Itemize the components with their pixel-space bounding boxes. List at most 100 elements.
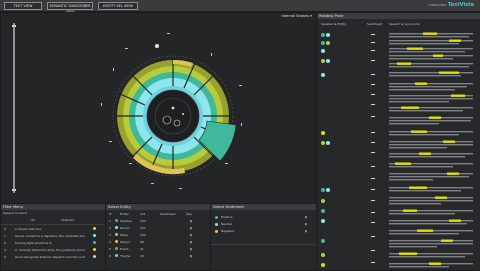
entity-type-icon [115,219,118,222]
filter-row-id: 4 [4,255,6,259]
entity-count: 193 [140,219,146,223]
entity-count: 160 [140,233,146,237]
semantic-view-button[interactable]: SEMANTIC SUBSCRIBER VIEW [47,2,93,14]
entity-icon[interactable] [321,263,325,267]
sentiment-option[interactable]: Positive [221,215,233,219]
divider [1,224,105,225]
sentiment-option[interactable]: Negative [221,229,234,233]
entity-icon[interactable] [321,239,325,243]
filter-row-text[interactable]: Group content is a dignitary: the comple… [15,234,85,238]
filter-tab-selected[interactable]: Selected [61,218,74,222]
entity-icon[interactable] [326,188,330,192]
entity-name[interactable]: Object [120,240,130,244]
col-speech: Speech & Surrounds [389,22,420,26]
entity-name[interactable]: Place [120,233,128,237]
entity-name[interactable]: Speaker [120,219,132,223]
entity-icon[interactable] [321,199,325,203]
reading-pane-title: Reading Pane [317,13,480,19]
brand-name: TextVista [448,2,474,8]
entity-type-icon [115,226,118,229]
sentiment-toggle-icon[interactable]: ▮ [305,215,307,219]
entity-type-icon [115,254,118,257]
entity-icon[interactable] [321,49,325,53]
filter-tab-all[interactable]: All [31,218,35,222]
entity-type-icon [115,240,118,243]
entity-type-icon [115,233,118,236]
entity-num: 3 [109,233,111,237]
filter-row-text[interactable]: A. Chuckle attraction dirty: the positio… [15,248,85,252]
filter-row-text[interactable]: A simple test line [15,227,85,231]
filter-row-text[interactable]: Good alongside diatonic dispatch and the… [15,255,85,259]
sentiment-column [371,34,375,263]
col-speaker: Speaker & Entity [321,22,347,26]
speech-text-lines [389,32,473,268]
entity-toggle-icon[interactable]: ▮ [190,247,192,251]
entity-icon[interactable] [326,141,330,145]
entity-icon[interactable] [321,59,325,63]
select-sentiment-panel: Select Sentiment Positive ▮ Neutral ▮ Ne… [210,203,317,271]
app-brand: mooncake TextVista [428,2,474,9]
radial-chart[interactable] [1,13,316,203]
divider [211,244,316,245]
entity-toggle-icon[interactable]: ▮ [190,240,192,244]
entity-count: 41 [140,247,144,251]
entity-type-icon [115,247,118,250]
entity-num: 1 [109,219,111,223]
col-sentiment: Sentiment [367,22,383,26]
entity-icon[interactable] [321,73,325,77]
entity-col-num: # [109,212,112,216]
entity-col-sentiment: Sentiment [160,212,176,216]
entity-count: 20 [140,254,144,258]
row-dot-icon [93,248,96,251]
sentiment-option[interactable]: Neutral [221,222,232,226]
entity-toggle-icon[interactable]: ▮ [190,233,192,237]
row-dot-icon [93,234,96,237]
main-visualization: Internal Strokes ▾ [0,12,317,204]
entity-num: 2 [109,226,111,230]
entity-icon[interactable] [326,41,330,45]
entity-name[interactable]: Person [120,226,130,230]
text-view-button[interactable]: TEXT VIEW [4,2,42,10]
entity-view-button[interactable]: ENTITY SEL VIEW [98,2,138,10]
entity-col-ops: Ops [186,212,192,216]
entity-num: 5 [109,247,111,251]
sentiment-toggle-icon[interactable]: ▮ [305,229,307,233]
select-entity-panel: Select Entity # Entity Cnt Sentiment Ops… [105,203,211,271]
entity-icon[interactable] [321,141,325,145]
entity-icon[interactable] [321,41,325,45]
entity-num: 6 [109,254,111,258]
entity-icon[interactable] [321,33,325,37]
reading-pane: Reading Pane Speaker & Entity Sentiment … [316,12,480,271]
filter-row-text[interactable]: Kicking fight positions to [15,241,85,245]
entity-col-name: Entity [120,212,129,216]
filter-row-id: 0 [4,227,6,231]
entity-icon[interactable] [321,188,325,192]
entity-icon[interactable] [326,59,330,63]
select-sentiment-title: Select Sentiment [211,204,316,210]
sentiment-neutral-icon [215,223,218,226]
row-dot-icon [93,255,96,258]
row-dot-icon [93,227,96,230]
entity-icon[interactable] [321,209,325,213]
entity-toggle-icon[interactable]: ▮ [190,254,192,258]
row-dot-icon [93,241,96,244]
entity-icon[interactable] [326,33,330,37]
sentiment-toggle-icon[interactable]: ▮ [305,222,307,226]
filter-row-id: 3 [4,248,6,252]
entity-toggle-icon[interactable]: ▮ [190,226,192,230]
entity-name[interactable]: Theme [120,254,130,258]
select-entity-title: Select Entity [106,204,210,210]
entity-toggle-icon[interactable]: ▮ [190,219,192,223]
entity-count: 191 [140,226,146,230]
entity-count: 88 [140,240,144,244]
sentiment-negative-icon [215,230,218,233]
top-toolbar: TEXT VIEW SEMANTIC SUBSCRIBER VIEW ENTIT… [0,0,480,14]
filter-menu-title: Filter Menu [1,204,105,210]
entity-name[interactable]: Event [120,247,129,251]
entity-icon[interactable] [321,219,325,223]
entity-icon[interactable] [321,131,325,135]
entity-icon[interactable] [321,253,325,257]
sentiment-positive-icon [215,216,218,219]
entity-col-count: Cnt [140,212,146,216]
entity-num: 4 [109,240,111,244]
